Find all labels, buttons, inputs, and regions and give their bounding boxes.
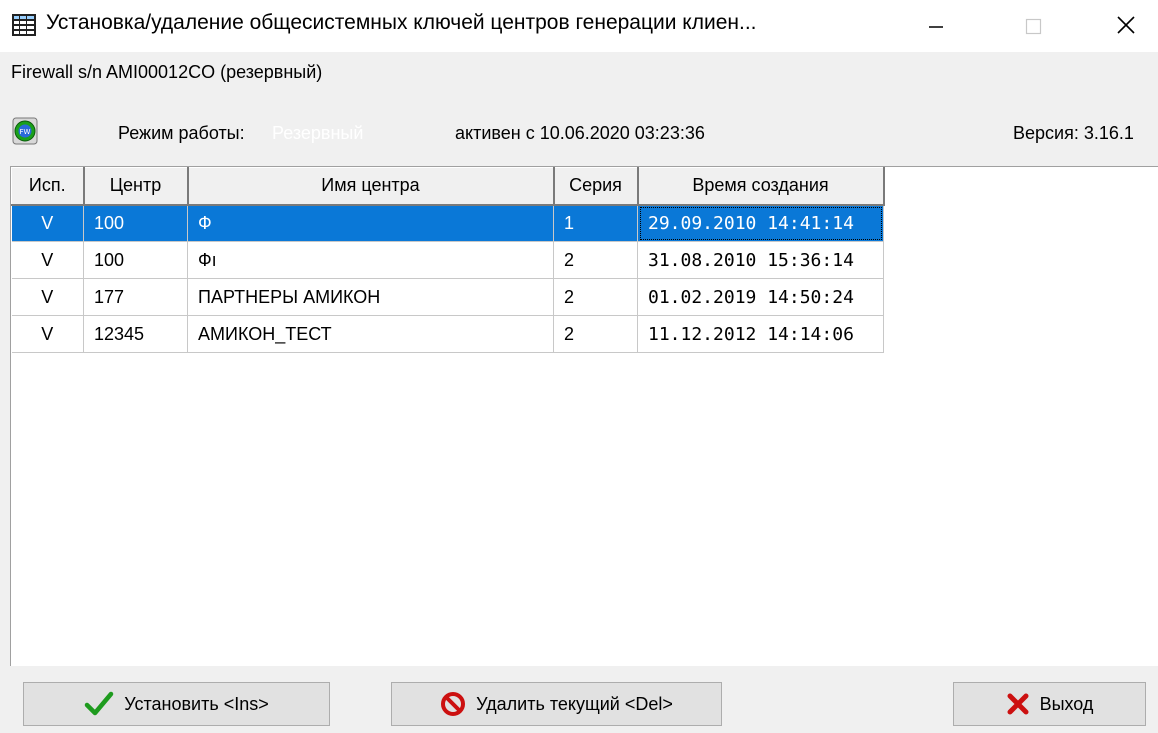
install-button-label: Установить <Ins> (124, 693, 269, 714)
install-button[interactable]: Установить <Ins> (23, 682, 330, 726)
delete-button[interactable]: Удалить текущий <Del> (391, 682, 722, 726)
cell-use: V (11, 241, 84, 279)
title-bar[interactable]: Установка/удаление общесистемных ключей … (0, 0, 1158, 52)
cell-center: 100 (83, 204, 188, 242)
centers-grid[interactable]: Исп. Центр Имя центра Серия Время создан… (10, 166, 1158, 666)
table-row[interactable]: V 100 Фı 2 31.08.2010 15:36:14 (11, 241, 884, 279)
cell-created: 31.08.2010 15:36:14 (637, 241, 884, 279)
cell-center-name: ПАРТНЕРЫ АМИКОН (187, 278, 554, 316)
exit-button-label: Выход (1039, 693, 1094, 714)
maximize-button[interactable] (997, 0, 1067, 52)
cell-series: 1 (553, 204, 638, 242)
column-header-center[interactable]: Центр (83, 167, 189, 206)
table-row[interactable]: V 12345 АМИКОН_ТЕСТ 2 11.12.2012 14:14:0… (11, 315, 884, 353)
cell-use: V (11, 315, 84, 353)
cell-series: 2 (553, 315, 638, 353)
cell-created: 29.09.2010 14:41:14 (637, 204, 884, 242)
cell-center-name: Ф (187, 204, 554, 242)
maximize-icon (1025, 18, 1042, 35)
window-title: Установка/удаление общесистемных ключей … (46, 11, 757, 34)
column-header-created[interactable]: Время создания (637, 167, 885, 206)
cell-use: V (11, 204, 84, 242)
version-label: Версия: 3.16.1 (1013, 123, 1134, 143)
minimize-icon (929, 26, 943, 28)
delete-button-label: Удалить текущий <Del> (476, 693, 673, 714)
checkmark-icon (84, 691, 114, 716)
exit-button[interactable]: Выход (953, 682, 1146, 726)
column-header-center-name[interactable]: Имя центра (187, 167, 555, 206)
table-header-row: Исп. Центр Имя центра Серия Время создан… (11, 167, 885, 206)
cell-center-name: Фı (187, 241, 554, 279)
active-since-label: активен с 10.06.2020 03:23:36 (455, 123, 705, 143)
prohibited-icon (441, 692, 466, 716)
column-header-use[interactable]: Исп. (11, 167, 85, 206)
centers-table: Исп. Центр Имя центра Серия Время создан… (11, 167, 885, 353)
firewall-status-icon: FW (12, 117, 38, 145)
cell-use: V (11, 278, 84, 316)
cell-series: 2 (553, 278, 638, 316)
table-row[interactable]: V 177 ПАРТНЕРЫ АМИКОН 2 01.02.2019 14:50… (11, 278, 884, 316)
cell-center: 100 (83, 241, 188, 279)
minimize-button[interactable] (901, 0, 971, 52)
mode-value: Резервный (272, 123, 364, 143)
svg-text:FW: FW (20, 128, 31, 136)
close-icon (1117, 16, 1135, 34)
firewall-serial-label: Firewall s/n AMI00012CO (резервный) (11, 62, 323, 82)
mode-label: Режим работы: (118, 123, 245, 143)
cell-center: 12345 (83, 315, 188, 353)
app-grid-icon (12, 14, 36, 36)
close-x-icon (1007, 693, 1029, 715)
column-header-series[interactable]: Серия (553, 167, 639, 206)
close-button[interactable] (1088, 0, 1158, 52)
cell-center: 177 (83, 278, 188, 316)
cell-center-name: АМИКОН_ТЕСТ (187, 315, 554, 353)
cell-series: 2 (553, 241, 638, 279)
table-row[interactable]: V 100 Ф 1 29.09.2010 14:41:14 (11, 204, 884, 242)
cell-created: 01.02.2019 14:50:24 (637, 278, 884, 316)
cell-created: 11.12.2012 14:14:06 (637, 315, 884, 353)
